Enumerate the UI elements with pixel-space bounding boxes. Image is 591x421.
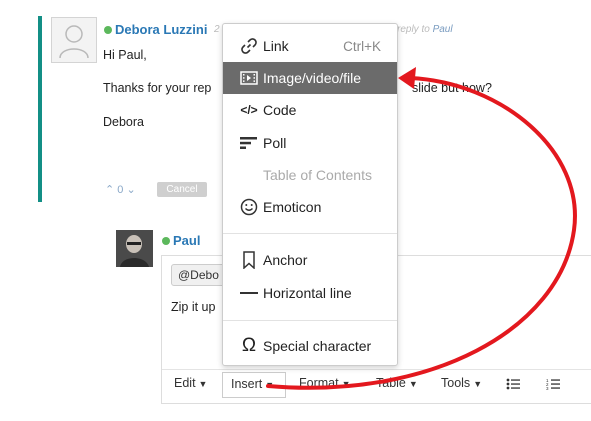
menu-item-special-character[interactable]: Ω Special character <box>223 330 397 362</box>
comment-line: Thanks for your rep <box>103 81 212 95</box>
menu-item-image-video-file[interactable]: Image/video/file <box>223 62 397 94</box>
editor-toolbar: Edit ▼ Insert ▼ Format ▼ Table ▼ Tools ▼ 123 <box>162 369 591 402</box>
caret-down-icon: ▼ <box>265 380 275 390</box>
user-photo-icon <box>116 230 153 267</box>
menu-table[interactable]: Table ▼ <box>376 376 418 390</box>
menu-divider <box>223 233 397 234</box>
svg-text:3: 3 <box>546 386 549 391</box>
avatar[interactable] <box>51 17 97 63</box>
downvote-icon[interactable]: ⌄ <box>126 184 135 196</box>
comment-line: slide but how? <box>412 81 492 95</box>
menu-item-code-label: Code <box>263 102 297 118</box>
vote-widget: ⌃ 0 ⌄ <box>105 183 136 196</box>
comment-meta: 2 <box>214 24 220 35</box>
comment-line: Hi Paul, <box>103 48 147 62</box>
vote-count: 0 <box>117 184 124 196</box>
menu-edit-label: Edit <box>174 376 196 390</box>
menu-edit[interactable]: Edit ▼ <box>174 376 207 390</box>
menu-table-label: Table <box>376 376 406 390</box>
reply-author[interactable]: Paul <box>173 233 200 248</box>
menu-item-special-char-label: Special character <box>263 338 372 354</box>
shortcut-label: Ctrl+K <box>343 38 381 54</box>
online-status-dot <box>162 237 170 245</box>
menu-format[interactable]: Format ▼ <box>299 376 351 390</box>
menu-format-label: Format <box>299 376 339 390</box>
bullet-list-icon[interactable] <box>506 377 520 394</box>
film-icon <box>239 68 259 88</box>
caret-down-icon: ▼ <box>198 379 208 389</box>
poll-icon <box>239 133 259 153</box>
menu-tools-label: Tools <box>441 376 471 390</box>
menu-item-anchor-label: Anchor <box>263 252 308 268</box>
menu-item-table-of-contents: Table of Contents <box>223 159 397 191</box>
smiley-icon <box>239 197 259 217</box>
horizontal-line-icon <box>239 283 259 303</box>
bookmark-icon <box>239 250 259 270</box>
comment-meta-prefix: 2 <box>214 24 220 35</box>
menu-item-emoticon-label: Emoticon <box>263 199 322 215</box>
user-silhouette-icon <box>59 25 89 59</box>
avatar[interactable] <box>116 230 153 267</box>
menu-item-link[interactable]: Link Ctrl+K <box>223 30 397 62</box>
link-icon <box>239 36 259 56</box>
caret-down-icon: ▼ <box>408 379 418 389</box>
code-icon: </> <box>240 103 258 117</box>
menu-tools[interactable]: Tools ▼ <box>441 376 482 390</box>
comment-author[interactable]: Debora Luzzini <box>115 22 207 37</box>
menu-item-code[interactable]: </> Code <box>223 94 397 126</box>
menu-item-anchor[interactable]: Anchor <box>223 244 397 276</box>
reply-to-user[interactable]: Paul <box>433 24 453 35</box>
insert-dropdown-menu: Link Ctrl+K Image/video/file </> Code Po… <box>222 23 398 366</box>
thread-accent-bar <box>38 16 42 202</box>
numbered-list-icon[interactable]: 123 <box>546 377 560 394</box>
menu-item-toc-label: Table of Contents <box>263 167 372 183</box>
cancel-button[interactable]: Cancel <box>157 182 207 197</box>
menu-item-poll-label: Poll <box>263 135 287 151</box>
menu-insert[interactable]: Insert ▼ <box>222 372 286 398</box>
menu-item-horizontal-line[interactable]: Horizontal line <box>223 277 397 309</box>
menu-item-image-label: Image/video/file <box>263 70 362 86</box>
mention-tag[interactable]: @Debo <box>171 264 226 286</box>
menu-item-poll[interactable]: Poll <box>223 127 397 159</box>
comment-reply-meta: reply to Paul <box>397 24 453 35</box>
menu-item-link-label: Link <box>263 38 289 54</box>
menu-item-emoticon[interactable]: Emoticon <box>223 191 397 223</box>
editor-draft-text[interactable]: Zip it up <box>171 300 215 314</box>
caret-down-icon: ▼ <box>341 379 351 389</box>
upvote-icon[interactable]: ⌃ <box>105 184 114 196</box>
reply-to-text: reply to <box>397 24 430 35</box>
comment-line: Debora <box>103 115 144 129</box>
caret-down-icon: ▼ <box>473 379 483 389</box>
online-status-dot <box>104 26 112 34</box>
omega-icon: Ω <box>241 335 257 356</box>
menu-insert-label: Insert <box>231 377 263 391</box>
menu-divider <box>223 320 397 321</box>
menu-item-hr-label: Horizontal line <box>263 285 352 301</box>
